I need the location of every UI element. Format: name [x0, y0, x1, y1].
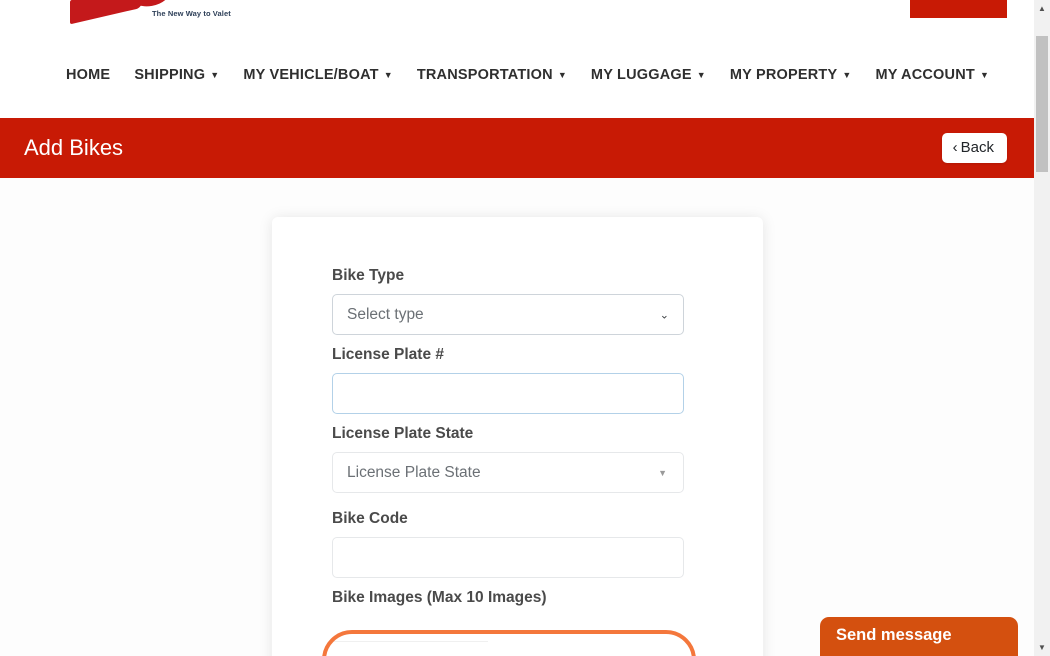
nav-item-label: MY PROPERTY [729, 67, 838, 83]
nav-item-transportation[interactable]: TRANSPORTATION ▼ [417, 67, 567, 83]
chevron-left-icon: ‹ [952, 139, 958, 156]
chat-widget-send-message-button[interactable]: Send message [820, 617, 1018, 656]
bike-code-input[interactable] [332, 537, 684, 578]
content-area: Bike Type Select type ⌄ License Plate # … [0, 178, 1034, 656]
nav-item-my-vehicle-boat[interactable]: MY VEHICLE/BOAT ▼ [243, 67, 393, 83]
bike-type-select[interactable]: Select type [332, 294, 684, 335]
license-plate-state-select-wrapper: License Plate State ▼ [332, 452, 684, 493]
logo-tagline: The New Way to Valet [152, 9, 231, 18]
page-banner: Add Bikes ‹ Back [0, 118, 1034, 178]
header-cta-button[interactable] [910, 0, 1007, 18]
page-title: Add Bikes [24, 135, 124, 160]
license-plate-state-select-value: License Plate State [347, 463, 481, 481]
nav-item-label: MY ACCOUNT [875, 67, 975, 83]
field-license-plate-state: License Plate State License Plate State … [332, 425, 684, 493]
bike-type-select-wrapper: Select type ⌄ [332, 294, 684, 335]
vertical-scrollbar[interactable]: ▲ ▼ [1034, 0, 1050, 656]
nav-item-label: HOME [66, 67, 111, 83]
nav-item-my-luggage[interactable]: MY LUGGAGE ▼ [591, 67, 706, 83]
field-bike-type: Bike Type Select type ⌄ [332, 267, 684, 335]
chevron-down-icon: ▼ [557, 69, 567, 80]
scrollbar-thumb[interactable] [1036, 36, 1048, 172]
chevron-down-icon: ▼ [210, 69, 220, 80]
main-navigation: HOME SHIPPING ▼ MY VEHICLE/BOAT ▼ TRANSP… [0, 58, 1034, 92]
site-header: The New Way to Valet HOME SHIPPING ▼ MY … [0, 0, 1034, 118]
nav-item-label: MY VEHICLE/BOAT [243, 67, 379, 83]
nav-item-label: SHIPPING [134, 67, 206, 83]
chevron-down-icon: ▼ [696, 69, 706, 80]
field-label: Bike Type [332, 267, 405, 284]
scroll-up-arrow-icon[interactable]: ▲ [1034, 0, 1050, 17]
chevron-down-icon: ▼ [979, 69, 990, 80]
field-label: Bike Code [332, 510, 408, 527]
back-button[interactable]: ‹ Back [941, 133, 1007, 163]
nav-item-my-account[interactable]: MY ACCOUNT ▼ [875, 67, 989, 83]
chat-widget-label: Send message [836, 626, 952, 644]
field-bike-code: Bike Code [332, 510, 684, 578]
field-label: License Plate # [332, 346, 445, 363]
field-label: Bike Images (Max 10 Images) [332, 589, 547, 606]
scroll-down-arrow-icon[interactable]: ▼ [1034, 639, 1050, 656]
bike-type-select-value: Select type [347, 305, 424, 323]
nav-item-shipping[interactable]: SHIPPING ▼ [134, 67, 219, 83]
license-plate-state-select[interactable]: License Plate State [332, 452, 684, 493]
site-logo[interactable]: The New Way to Valet [62, 0, 232, 28]
logo-tag-icon [70, 0, 142, 25]
nav-item-home[interactable]: HOME [66, 67, 110, 83]
browser-viewport: The New Way to Valet HOME SHIPPING ▼ MY … [0, 0, 1034, 656]
chevron-down-icon: ▼ [383, 69, 393, 80]
back-button-label: Back [960, 139, 994, 156]
bike-images-upload-control[interactable] [333, 641, 488, 656]
field-license-plate-number: License Plate # [332, 346, 684, 414]
license-plate-number-input[interactable] [332, 373, 684, 414]
field-label: License Plate State [332, 425, 474, 442]
field-bike-images: Bike Images (Max 10 Images) [332, 589, 684, 616]
add-bikes-form-card: Bike Type Select type ⌄ License Plate # … [272, 217, 763, 656]
chevron-down-icon: ▼ [842, 69, 852, 80]
nav-item-my-property[interactable]: MY PROPERTY ▼ [730, 67, 852, 83]
nav-item-label: TRANSPORTATION [416, 67, 553, 83]
nav-item-label: MY LUGGAGE [590, 67, 692, 83]
